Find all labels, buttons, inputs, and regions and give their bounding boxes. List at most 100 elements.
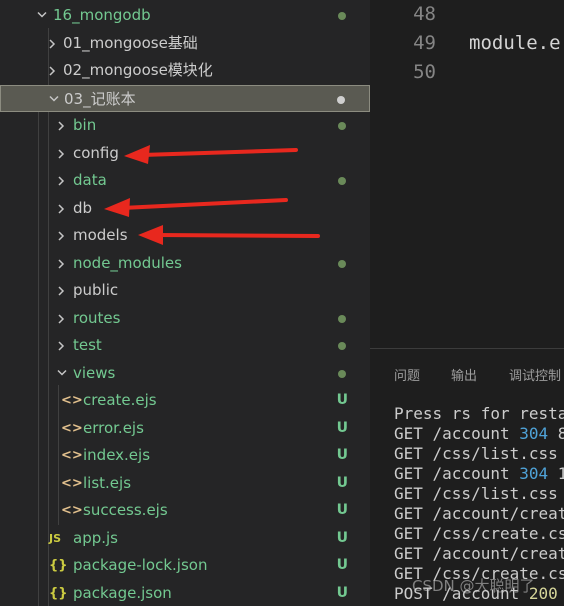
- chevron-down-icon[interactable]: [33, 2, 49, 29]
- terminal-text: GET /account: [394, 464, 520, 483]
- untracked-badge: U: [336, 419, 348, 436]
- chevron-right-icon[interactable]: [53, 332, 69, 359]
- tree-item-label: bin: [73, 116, 97, 134]
- tree-item[interactable]: routes: [0, 305, 370, 332]
- tree-item[interactable]: data: [0, 167, 370, 194]
- tab-problems[interactable]: 问题: [394, 365, 420, 384]
- ejs-file-icon: <>: [61, 393, 83, 408]
- tree-item-label: test: [73, 336, 102, 354]
- terminal-line: GET /account 304 1.: [394, 464, 564, 483]
- tree-item-label: routes: [73, 308, 121, 327]
- untracked-badge: U: [336, 557, 348, 573]
- terminal-text: 8.: [548, 424, 564, 443]
- tree-item-label: package-lock.json: [73, 556, 208, 574]
- untracked-badge: U: [336, 392, 348, 408]
- tree-item[interactable]: <> list.ejs U: [0, 470, 370, 497]
- tree-item-label: models: [73, 226, 128, 244]
- chevron-down-icon[interactable]: [45, 86, 61, 113]
- modified-dot-icon: [338, 259, 346, 268]
- chevron-right-icon[interactable]: [53, 140, 69, 167]
- modified-dot-icon: [338, 122, 346, 130]
- terminal-text: 304: [519, 424, 549, 443]
- tree-item-label: config: [73, 143, 119, 162]
- tree-item-label: index.ejs: [83, 446, 151, 464]
- chevron-right-icon[interactable]: [44, 30, 60, 57]
- chevron-right-icon[interactable]: [53, 167, 69, 194]
- code-line[interactable]: module.e: [469, 32, 561, 54]
- tree-item-label: 16_mongodb: [53, 6, 151, 24]
- code-editor[interactable]: 48 49 module.e 50: [370, 0, 564, 348]
- terminal-line: GET /account/create: [394, 544, 564, 563]
- tree-item[interactable]: <> create.ejs U: [0, 387, 370, 414]
- tree-item-label: public: [73, 281, 119, 299]
- modified-dot-icon: [338, 369, 346, 378]
- tree-item[interactable]: 01_mongoose基础: [0, 30, 370, 57]
- tab-output[interactable]: 输出: [451, 365, 477, 384]
- terminal-line: GET /account 304 8.: [394, 424, 564, 443]
- chevron-right-icon[interactable]: [53, 112, 69, 139]
- explorer-tree: 16_mongodb 01_mongoose基础 02_mongoose模块化 03_…: [0, 0, 370, 606]
- tree-item[interactable]: <> index.ejs U: [0, 442, 370, 469]
- tree-item[interactable]: 02_mongoose模块化: [0, 57, 370, 84]
- tree-item[interactable]: {} package-lock.json U: [0, 552, 370, 579]
- terminal-text: 304: [519, 464, 549, 483]
- terminal-line: GET /css/list.css 3: [394, 484, 564, 503]
- tree-item[interactable]: test: [0, 332, 370, 359]
- line-number: 48: [413, 3, 436, 25]
- tree-item[interactable]: <> error.ejs U: [0, 415, 370, 442]
- line-number: 49: [413, 32, 436, 54]
- tree-item-label: db: [73, 198, 93, 217]
- tree-item-label: package.json: [73, 583, 172, 602]
- tree-item[interactable]: bin: [0, 112, 370, 139]
- tree-item[interactable]: <> success.ejs U: [0, 497, 370, 524]
- json-file-icon: {}: [49, 558, 68, 573]
- tree-item[interactable]: public: [0, 277, 370, 304]
- terminal-text: 9: [558, 584, 564, 603]
- tree-item[interactable]: 03_记账本: [0, 84, 370, 113]
- js-file-icon: JS: [49, 531, 62, 545]
- terminal-text: GET /css/list.css: [394, 484, 564, 503]
- tree-item-label: 02_mongoose模块化: [63, 61, 213, 79]
- modified-dot-icon: [338, 342, 346, 350]
- untracked-badge: U: [336, 502, 348, 518]
- tree-item-label: create.ejs: [83, 391, 157, 409]
- tree-item[interactable]: 16_mongodb: [0, 2, 370, 29]
- csdn-watermark: CSDN @大聪明了: [412, 577, 535, 595]
- terminal-line: GET /account/create: [394, 504, 564, 523]
- chevron-right-icon[interactable]: [53, 277, 69, 304]
- terminal-text: GET /account/create: [394, 504, 564, 523]
- tree-item-label: views: [73, 363, 116, 382]
- terminal-line: GET /css/list.css 3: [394, 444, 564, 463]
- chevron-right-icon[interactable]: [53, 305, 69, 332]
- ejs-file-icon: <>: [61, 475, 83, 491]
- tree-item-label: node_modules: [73, 253, 182, 272]
- tab-debug-console[interactable]: 调试控制: [509, 365, 561, 384]
- ejs-file-icon: <>: [61, 448, 83, 463]
- modified-dot-icon: [337, 95, 345, 104]
- modified-dot-icon: [338, 314, 346, 323]
- tree-item[interactable]: views: [0, 360, 370, 387]
- tree-item[interactable]: config: [0, 140, 370, 167]
- json-file-icon: {}: [49, 585, 68, 601]
- terminal-line: Press rs for restar: [394, 404, 564, 423]
- ejs-file-icon: <>: [61, 503, 83, 518]
- tree-item[interactable]: node_modules: [0, 250, 370, 277]
- terminal-line: GET /css/create.css: [394, 524, 564, 543]
- tree-item[interactable]: db: [0, 195, 370, 222]
- tree-item-label: data: [73, 171, 107, 189]
- tree-item[interactable]: {} package.json U: [0, 580, 370, 606]
- chevron-right-icon[interactable]: [53, 222, 69, 249]
- chevron-right-icon[interactable]: [53, 250, 69, 277]
- chevron-right-icon[interactable]: [53, 195, 69, 222]
- tree-item-label: 01_mongoose基础: [63, 33, 198, 52]
- tree-item[interactable]: JS app.js U: [0, 525, 370, 552]
- untracked-badge: U: [336, 447, 348, 463]
- terminal-text: GET /css/list.css: [394, 444, 564, 463]
- chevron-right-icon[interactable]: [44, 57, 60, 84]
- chevron-down-icon[interactable]: [53, 360, 69, 387]
- untracked-badge: U: [336, 584, 348, 601]
- tree-item-label: app.js: [73, 528, 118, 547]
- untracked-badge: U: [336, 529, 348, 546]
- modified-dot-icon: [338, 177, 346, 185]
- tree-item[interactable]: models: [0, 222, 370, 249]
